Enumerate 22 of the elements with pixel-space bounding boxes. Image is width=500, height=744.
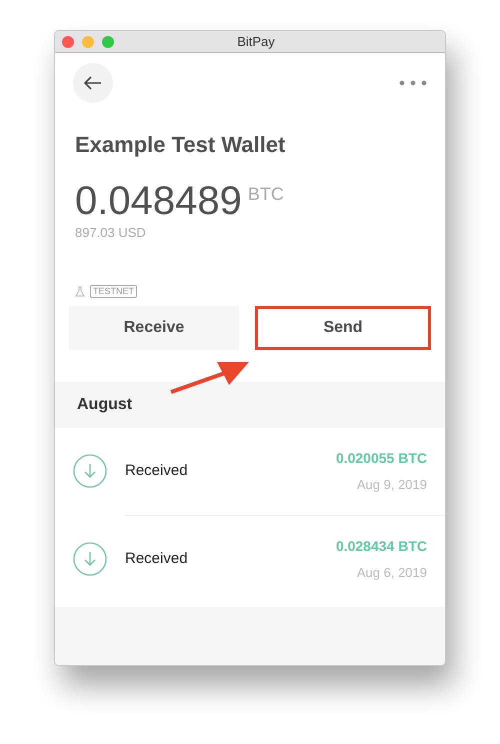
balance-amount: 0.048489 (75, 179, 242, 223)
section-title: August (77, 394, 132, 414)
transaction-date: Aug 6, 2019 (356, 564, 427, 582)
transaction-amount: 0.028434 BTC (336, 536, 427, 556)
more-options-icon[interactable] (399, 80, 427, 86)
window-title: BitPay (237, 32, 275, 51)
back-arrow-icon (84, 76, 102, 90)
minimize-window-button[interactable] (82, 36, 94, 48)
flask-icon (75, 286, 85, 296)
close-window-button[interactable] (62, 36, 74, 48)
wallet-name: Example Test Wallet (74, 131, 286, 159)
transaction-label: Received (125, 548, 189, 569)
transaction-date: Aug 9, 2019 (356, 476, 427, 494)
balance-unit: BTC (248, 183, 284, 206)
back-button[interactable] (73, 63, 113, 103)
transaction-amount: 0.020055 BTC (336, 448, 427, 468)
fiat-balance: 897.03 USD (74, 224, 147, 242)
testnet-tag: TESTNET (90, 284, 138, 298)
zoom-window-button[interactable] (102, 36, 114, 48)
transaction-label: Received (125, 460, 189, 481)
send-button[interactable]: Send (255, 306, 431, 350)
receive-button[interactable]: Receive (69, 306, 239, 350)
